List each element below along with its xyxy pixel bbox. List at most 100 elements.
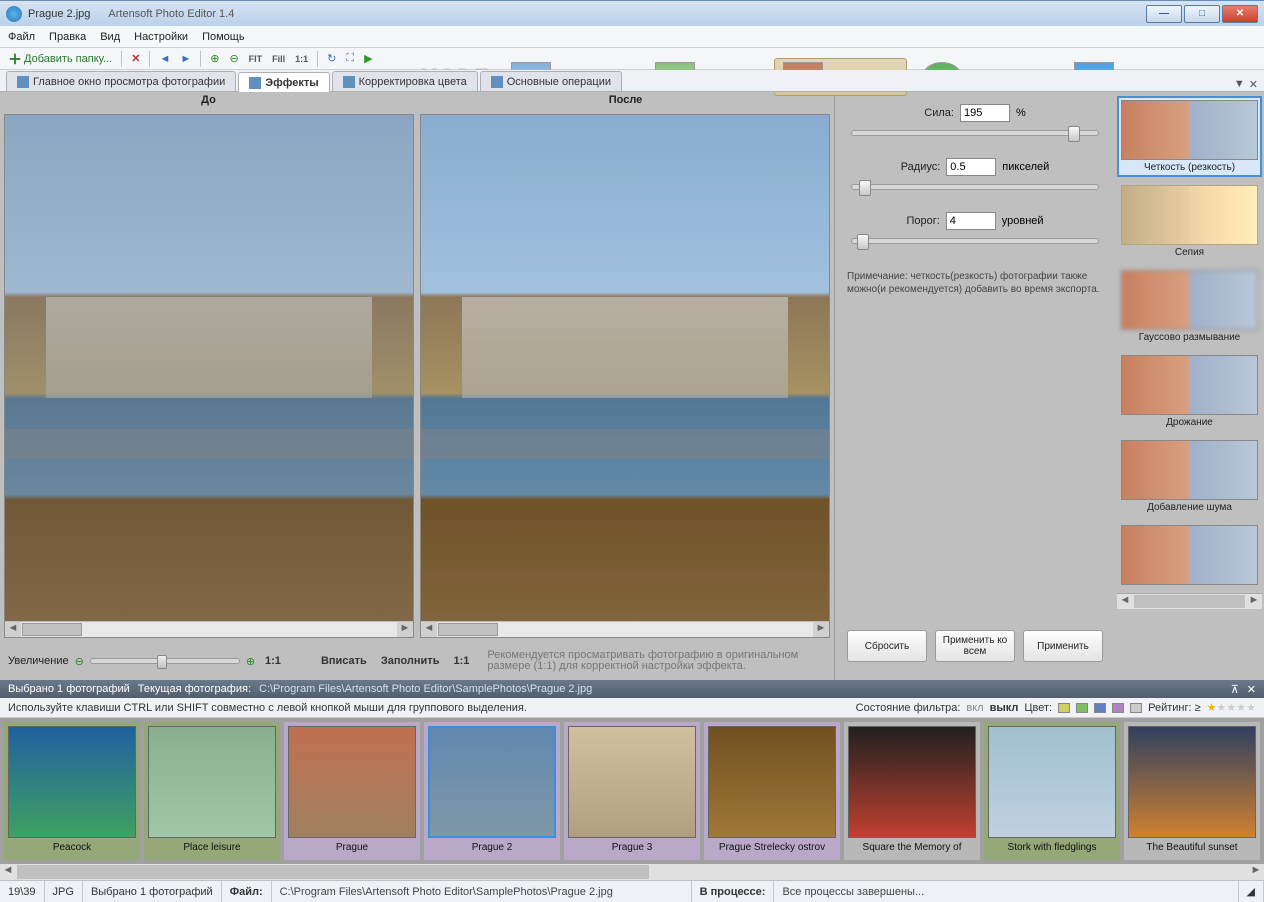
effects-scrollbar[interactable]: ◄► — [1117, 593, 1262, 609]
tab-close-icon[interactable]: ✕ — [1249, 78, 1258, 91]
title-filename: Prague 2.jpg — [28, 8, 90, 20]
status-process-label: В процессе: — [692, 881, 775, 902]
status-format: JPG — [45, 881, 83, 902]
thumbnail[interactable]: Stork with fledglings — [984, 722, 1120, 860]
selected-count: Выбрано 1 фотографий — [8, 683, 130, 695]
zoom-fit[interactable]: Вписать — [317, 655, 371, 667]
tab-icon — [343, 76, 355, 88]
delete-icon[interactable]: ✕ — [127, 51, 144, 66]
current-photo-path: C:\Program Files\Artensoft Photo Editor\… — [259, 683, 592, 695]
reset-button[interactable]: Сбросить — [847, 630, 927, 662]
status-selected: Выбрано 1 фотографий — [83, 881, 222, 902]
effect-sepia[interactable]: Сепия — [1117, 181, 1262, 262]
effect-sharpness[interactable]: Четкость (резкость) — [1117, 96, 1262, 177]
zoom-1to1-b[interactable]: 1:1 — [449, 655, 473, 667]
app-icon — [6, 6, 22, 22]
menu-file[interactable]: Файл — [8, 31, 35, 43]
radius-input[interactable] — [946, 158, 996, 176]
strength-label: Сила: — [924, 107, 954, 119]
filmstrip: Peacock Place leisure Prague Prague 2 Pr… — [0, 718, 1264, 864]
zoom-in-icon[interactable]: ⊕ — [246, 655, 255, 668]
tab-effects[interactable]: Эффекты — [238, 72, 329, 92]
minimize-button[interactable]: — — [1146, 5, 1182, 23]
scrollbar-thumb[interactable] — [438, 623, 498, 636]
panel-close-icon[interactable]: ✕ — [1247, 683, 1256, 696]
titlebar: Prague 2.jpg Artensoft Photo Editor 1.4 … — [0, 0, 1264, 26]
maximize-button[interactable]: □ — [1184, 5, 1220, 23]
threshold-label: Порог: — [906, 215, 939, 227]
preview-panel: До После ◄► ◄► Увеличение ⊖ ⊕ 1:1 Вписат… — [0, 92, 835, 680]
rating-filter[interactable]: ★★★★★ — [1207, 701, 1256, 714]
threshold-input[interactable] — [946, 212, 996, 230]
fullscreen-icon[interactable]: ⛶ — [342, 51, 358, 66]
rotate-icon[interactable]: ↻ — [323, 51, 340, 66]
status-file-path — [272, 881, 692, 902]
panel-pin-icon[interactable]: ⊼ — [1231, 683, 1239, 696]
params-note: Примечание: четкость(резкость) фотографи… — [847, 270, 1103, 296]
one-to-one-button[interactable]: 1:1 — [291, 53, 312, 65]
tab-main-preview[interactable]: Главное окно просмотра фотографии — [6, 71, 236, 91]
title-app: Artensoft Photo Editor 1.4 — [108, 8, 234, 20]
close-button[interactable]: ✕ — [1222, 5, 1258, 23]
play-icon[interactable]: ▶ — [360, 51, 376, 66]
color-chip[interactable] — [1130, 703, 1142, 713]
strength-input[interactable] — [960, 104, 1010, 122]
color-chip[interactable] — [1076, 703, 1088, 713]
zoom-bar: Увеличение ⊖ ⊕ 1:1 Вписать Заполнить 1:1… — [0, 642, 834, 680]
thumbnail[interactable]: Square the Memory of — [844, 722, 980, 860]
thumbnail[interactable]: Peacock — [4, 722, 140, 860]
effect-gaussian-blur[interactable]: Гауссово размывание — [1117, 266, 1262, 347]
effect-add-noise[interactable]: Добавление шума — [1117, 436, 1262, 517]
thumbnail[interactable]: The Beautiful sunset — [1124, 722, 1260, 860]
zoom-1to1[interactable]: 1:1 — [261, 655, 285, 667]
effect-jitter[interactable]: Дрожание — [1117, 351, 1262, 432]
filter-off[interactable]: выкл — [990, 702, 1019, 714]
thumbnail[interactable]: Prague Strelecky ostrov — [704, 722, 840, 860]
filmstrip-header: Выбрано 1 фотографий Текущая фотография:… — [0, 680, 1264, 698]
threshold-slider[interactable] — [851, 238, 1099, 244]
filter-hint: Используйте клавиши CTRL или SHIFT совме… — [8, 702, 527, 714]
menu-settings[interactable]: Настройки — [134, 31, 188, 43]
apply-button[interactable]: Применить — [1023, 630, 1103, 662]
filter-on[interactable]: вкл — [966, 702, 983, 714]
threshold-unit: уровней — [1002, 215, 1044, 227]
zoom-out-icon[interactable]: ⊖ — [225, 51, 242, 66]
effect-more[interactable] — [1117, 521, 1262, 589]
resize-grip-icon[interactable]: ◢ — [1239, 881, 1264, 902]
radius-slider[interactable] — [851, 184, 1099, 190]
next-icon[interactable]: ► — [176, 52, 195, 66]
menu-view[interactable]: Вид — [100, 31, 120, 43]
thumbnail[interactable]: Place leisure — [144, 722, 280, 860]
fit-button[interactable]: FIT — [245, 53, 267, 65]
zoom-out-icon[interactable]: ⊖ — [75, 655, 84, 668]
zoom-fill[interactable]: Заполнить — [377, 655, 444, 667]
params-panel: Сила: % Радиус: пикселей Порог: уровней … — [835, 92, 1115, 680]
color-chip[interactable] — [1112, 703, 1124, 713]
tab-color[interactable]: Корректировка цвета — [332, 71, 478, 91]
tab-icon — [17, 76, 29, 88]
apply-all-button[interactable]: Применить ко всем — [935, 630, 1015, 662]
menu-edit[interactable]: Правка — [49, 31, 86, 43]
before-image[interactable]: ◄► — [4, 114, 414, 638]
zoom-slider[interactable] — [90, 658, 240, 664]
thumbnail[interactable]: Prague — [284, 722, 420, 860]
prev-icon[interactable]: ◄ — [155, 52, 174, 66]
color-label: Цвет: — [1024, 702, 1052, 714]
strength-slider[interactable] — [851, 130, 1099, 136]
add-folder-button[interactable]: Добавить папку... — [4, 51, 116, 67]
zoom-in-icon[interactable]: ⊕ — [206, 51, 223, 66]
status-file-label: Файл: — [222, 881, 272, 902]
thumbnail[interactable]: Prague 3 — [564, 722, 700, 860]
color-chip[interactable] — [1094, 703, 1106, 713]
color-chip[interactable] — [1058, 703, 1070, 713]
thumbnail-selected[interactable]: Prague 2 — [424, 722, 560, 860]
scrollbar-thumb[interactable] — [22, 623, 82, 636]
fill-button[interactable]: Fill — [268, 53, 289, 65]
tabbar: Главное окно просмотра фотографии Эффект… — [0, 70, 1264, 92]
menu-help[interactable]: Помощь — [202, 31, 245, 43]
after-image[interactable]: ◄► — [420, 114, 830, 638]
tab-dropdown-icon[interactable]: ▼ — [1234, 78, 1245, 91]
status-bar: 19\39 JPG Выбрано 1 фотографий Файл: В п… — [0, 880, 1264, 902]
filmstrip-scrollbar[interactable]: ◄► — [0, 864, 1264, 880]
tab-basic[interactable]: Основные операции — [480, 71, 622, 91]
